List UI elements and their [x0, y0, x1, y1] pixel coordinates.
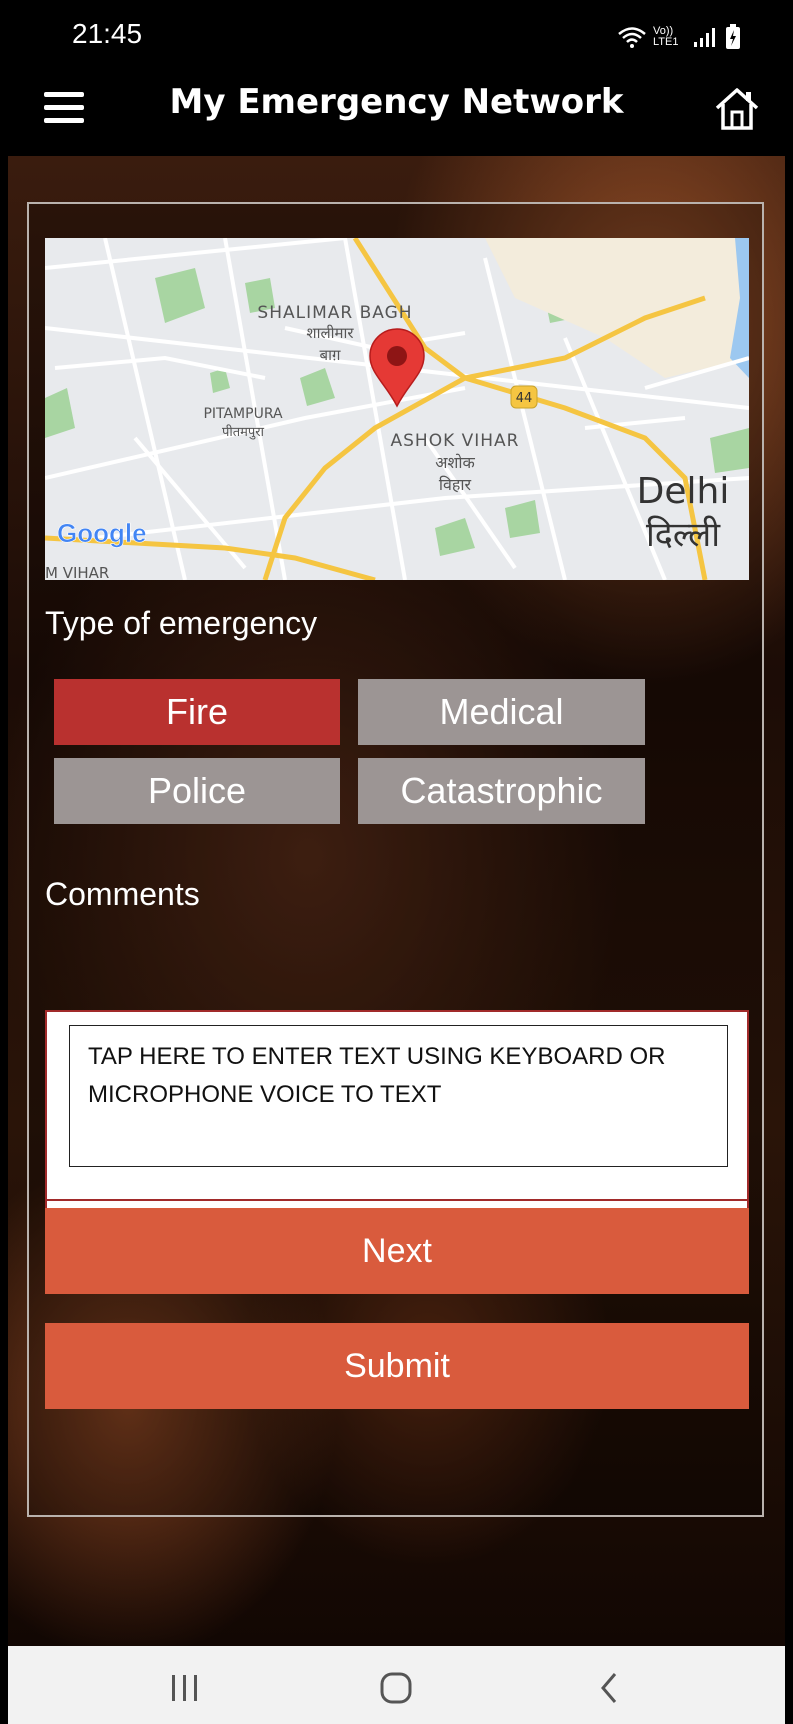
comments-input[interactable]: TAP HERE TO ENTER TEXT USING KEYBOARD OR… — [69, 1025, 728, 1167]
map-label-pitampura-hi: पीतमपुरा — [222, 424, 265, 440]
home-icon — [715, 88, 759, 130]
app-screen: 21:45 Vo)) LTE1 My Emergency Network 44 … — [8, 8, 785, 1724]
wifi-icon — [618, 27, 646, 48]
emergency-option-medical[interactable]: Medical — [358, 679, 645, 745]
next-button[interactable]: Next — [45, 1208, 749, 1294]
map-label-shalimar-bagh-hi: शालीमार — [306, 324, 354, 342]
app-title: My Emergency Network — [169, 82, 624, 122]
map-label-ashok-vihar: ASHOK VIHAR — [390, 431, 519, 451]
google-logo: Google — [57, 518, 147, 548]
status-bar: 21:45 Vo)) LTE1 — [8, 8, 785, 64]
app-bar: My Emergency Network — [8, 64, 785, 156]
highway-shield: 44 — [516, 391, 533, 406]
back-button[interactable] — [579, 1666, 639, 1710]
signal-icon — [694, 28, 715, 47]
map-label-delhi: Delhi — [637, 471, 730, 512]
map-label-delhi-hi: दिल्ली — [646, 515, 721, 555]
back-icon — [601, 1673, 617, 1703]
emergency-option-fire[interactable]: Fire — [54, 679, 340, 745]
recents-button[interactable] — [155, 1666, 215, 1710]
recents-icon — [172, 1675, 197, 1701]
map-label-ashok-vihar-hi: अशोक — [435, 453, 475, 472]
status-icons: Vo)) LTE1 — [617, 22, 741, 52]
home-nav-icon — [380, 1672, 412, 1704]
comments-divider — [47, 1199, 747, 1201]
map-label-bottom-left: M VIHAR — [45, 564, 109, 580]
map-canvas: 44 SHALIMAR BAGH शालीमार बाग़ PITAMPURA … — [45, 238, 749, 580]
map-label-shalimar-bagh-hi2: बाग़ — [320, 346, 341, 364]
emergency-option-police[interactable]: Police — [54, 758, 340, 824]
map-label-ashok-vihar-hi2: विहार — [439, 475, 472, 494]
location-map[interactable]: 44 SHALIMAR BAGH शालीमार बाग़ PITAMPURA … — [45, 238, 749, 580]
battery-icon — [726, 24, 740, 49]
comments-label: Comments — [45, 876, 200, 912]
system-nav-bar — [8, 1646, 785, 1724]
emergency-type-label: Type of emergency — [45, 605, 318, 641]
emergency-option-catastrophic[interactable]: Catastrophic — [358, 758, 645, 824]
network-label: Vo)) LTE1 — [653, 25, 679, 48]
home-button[interactable] — [713, 86, 761, 132]
map-label-shalimar-bagh: SHALIMAR BAGH — [257, 303, 412, 323]
home-nav-button[interactable] — [366, 1666, 426, 1710]
status-time: 21:45 — [72, 18, 143, 49]
submit-button[interactable]: Submit — [45, 1323, 749, 1409]
map-label-pitampura: PITAMPURA — [203, 406, 283, 422]
